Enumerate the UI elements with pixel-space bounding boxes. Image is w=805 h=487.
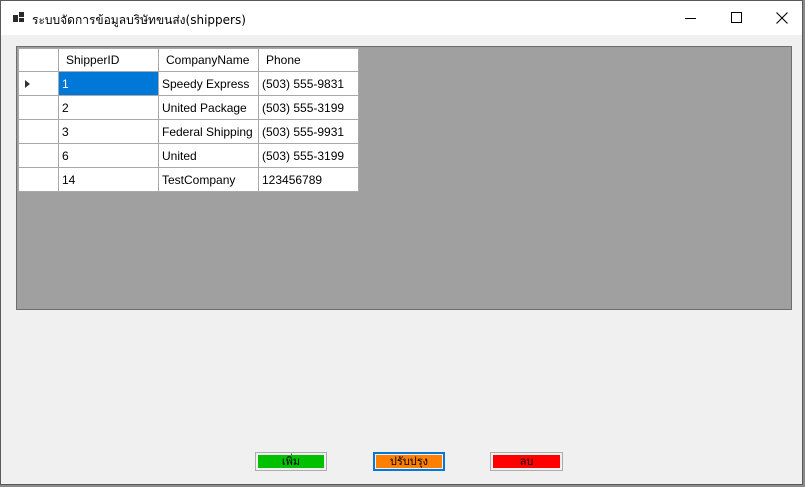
cell-companyname[interactable]: Speedy Express xyxy=(158,71,259,96)
cell-shipperid[interactable]: 3 xyxy=(58,119,159,144)
cell-shipperid[interactable]: 14 xyxy=(58,167,159,192)
main-window: ระบบจัดการข้อมูลบริษัทขนส่ง(shippers) Sh… xyxy=(0,0,803,485)
header-row: ShipperID CompanyName Phone xyxy=(18,48,359,72)
row-header[interactable] xyxy=(18,71,59,96)
column-header-companyname[interactable]: CompanyName xyxy=(158,48,259,72)
table-row[interactable]: 14 TestCompany 123456789 xyxy=(18,167,359,192)
cell-phone[interactable]: (503) 555-3199 xyxy=(258,143,359,168)
update-button-label: ปรับปรุง xyxy=(389,455,429,468)
update-button[interactable]: ปรับปรุง xyxy=(373,452,445,471)
row-pointer-icon xyxy=(25,80,30,88)
close-button[interactable] xyxy=(759,1,805,35)
delete-button-label: ลบ xyxy=(519,455,534,468)
maximize-icon xyxy=(731,12,742,23)
cell-shipperid[interactable]: 6 xyxy=(58,143,159,168)
row-header[interactable] xyxy=(18,143,59,168)
cell-companyname[interactable]: United xyxy=(158,143,259,168)
cell-companyname[interactable]: United Package xyxy=(158,95,259,120)
title-bar[interactable]: ระบบจัดการข้อมูลบริษัทขนส่ง(shippers) xyxy=(1,1,802,35)
cell-companyname[interactable]: Federal Shipping xyxy=(158,119,259,144)
table-row[interactable]: 6 United (503) 555-3199 xyxy=(18,143,359,168)
window-title: ระบบจัดการข้อมูลบริษัทขนส่ง(shippers) xyxy=(32,13,246,27)
app-icon[interactable] xyxy=(13,12,25,23)
cell-shipperid[interactable]: 2 xyxy=(58,95,159,120)
minimize-icon xyxy=(685,18,696,19)
cell-phone[interactable]: 123456789 xyxy=(258,167,359,192)
column-header-shipperid[interactable]: ShipperID xyxy=(58,48,159,72)
shippers-table: ShipperID CompanyName Phone 1 Speedy Exp… xyxy=(18,48,359,192)
column-header-phone[interactable]: Phone xyxy=(258,48,359,72)
delete-button[interactable]: ลบ xyxy=(490,452,563,471)
cell-phone[interactable]: (503) 555-9831 xyxy=(258,71,359,96)
cell-shipperid[interactable]: 1 xyxy=(58,71,159,96)
cell-companyname[interactable]: TestCompany xyxy=(158,167,259,192)
row-header[interactable] xyxy=(18,119,59,144)
table-row[interactable]: 3 Federal Shipping (503) 555-9931 xyxy=(18,119,359,144)
close-icon xyxy=(776,12,788,24)
cell-phone[interactable]: (503) 555-9931 xyxy=(258,119,359,144)
table-row[interactable]: 2 United Package (503) 555-3199 xyxy=(18,95,359,120)
table-row[interactable]: 1 Speedy Express (503) 555-9831 xyxy=(18,71,359,96)
minimize-button[interactable] xyxy=(667,1,713,35)
corner-header-cell[interactable] xyxy=(18,48,59,72)
maximize-button[interactable] xyxy=(713,1,759,35)
add-button-label: เพิ่ม xyxy=(281,455,301,468)
shippers-data-grid[interactable]: ShipperID CompanyName Phone 1 Speedy Exp… xyxy=(16,46,792,310)
add-button[interactable]: เพิ่ม xyxy=(255,452,327,471)
row-header[interactable] xyxy=(18,167,59,192)
row-header[interactable] xyxy=(18,95,59,120)
cell-phone[interactable]: (503) 555-3199 xyxy=(258,95,359,120)
